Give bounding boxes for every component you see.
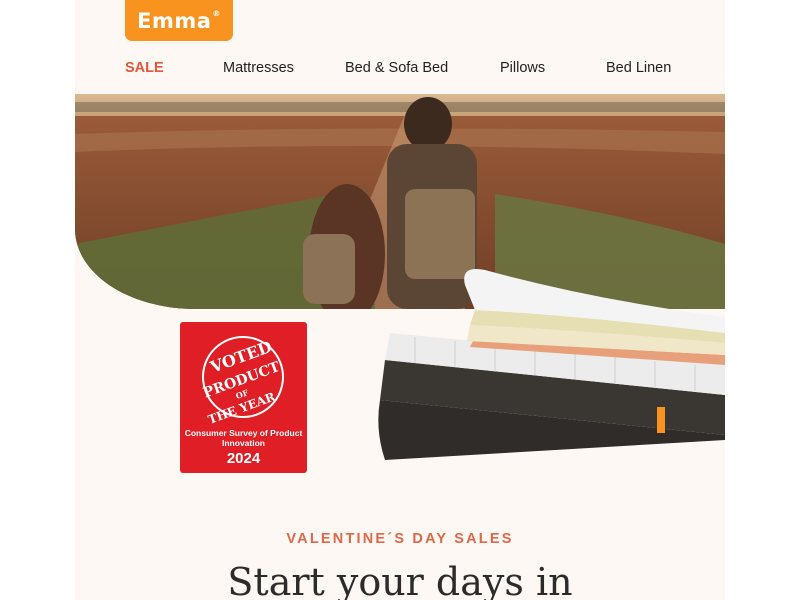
badge-year: 2024	[226, 450, 261, 467]
promo-headline: Start your days in	[227, 560, 573, 600]
badge-survey-text: Consumer Survey of Product Innovation	[184, 428, 303, 448]
logo-text: Emma®	[137, 8, 221, 33]
nav-item-bed-sofa-bed[interactable]: Bed & Sofa Bed	[345, 60, 448, 76]
email-container: Emma® SALE Mattresses Bed & Sofa Bed Pil…	[75, 0, 725, 600]
voted-seal-icon: VOTED PRODUCT OF THE YEAR	[201, 336, 284, 427]
nav-item-bed-linen[interactable]: Bed Linen	[606, 60, 671, 76]
nav-item-sale[interactable]: SALE	[125, 60, 164, 76]
promo-kicker: VALENTINE´S DAY SALES	[286, 531, 514, 547]
product-of-the-year-badge: VOTED PRODUCT OF THE YEAR Consumer Surve…	[180, 322, 307, 473]
mattress-image	[378, 269, 725, 460]
main-nav: SALE Mattresses Bed & Sofa Bed Pillows B…	[75, 60, 725, 84]
nav-item-mattresses[interactable]: Mattresses	[223, 60, 294, 76]
emma-logo[interactable]: Emma®	[125, 0, 233, 41]
nav-item-pillows[interactable]: Pillows	[500, 60, 545, 76]
